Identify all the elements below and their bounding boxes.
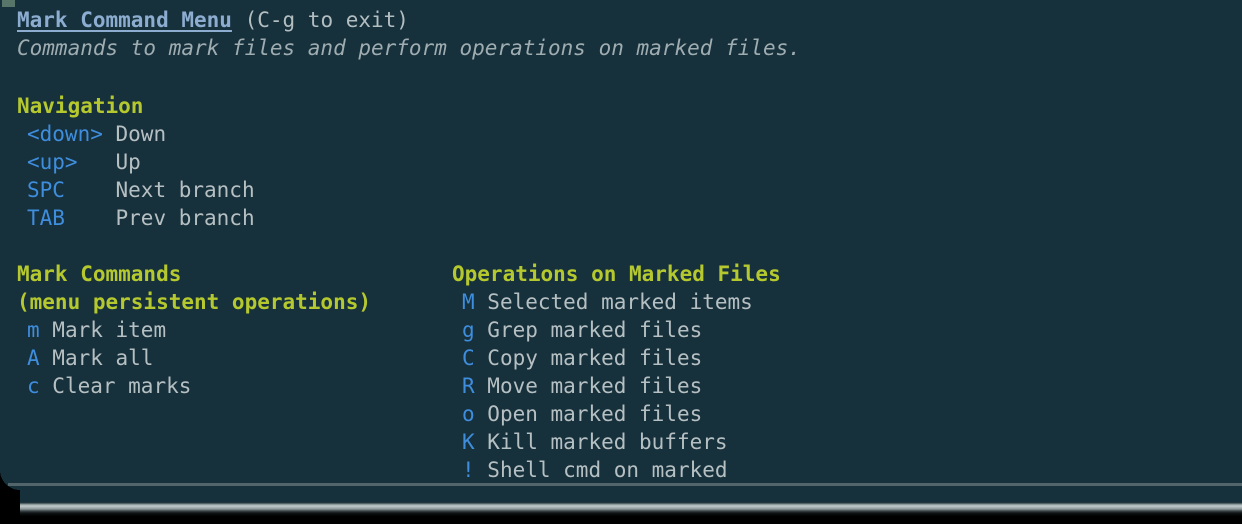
section-subheading-mark-commands: (menu persistent operations) [17,290,372,314]
label-mark-item: Mark item [52,318,167,342]
label-down: Down [115,122,167,146]
label-prev-branch: Prev branch [115,206,255,230]
key-spc: SPC [27,178,116,202]
menu-item-move-marked-files[interactable]: R Move marked files [462,372,702,400]
key-m-lower: m [27,318,53,342]
emacs-transient-menu-screen: Mark Command Menu (C-g to exit) Commands… [0,0,1242,524]
menu-item-mark-all[interactable]: A Mark all [27,344,153,372]
menu-item-mark-item[interactable]: m Mark item [27,316,166,344]
menu-item-open-marked-files[interactable]: o Open marked files [462,400,702,428]
menu-item-up[interactable]: <up> Up [27,148,141,176]
page-title: Mark Command Menu [17,8,232,32]
exit-hint: (C-g to exit) [231,8,409,32]
key-c-upper: C [462,346,488,370]
label-selected-marked-items: Selected marked items [487,290,753,314]
key-a-upper: A [27,346,53,370]
menu-item-next-branch[interactable]: SPC Next branch [27,176,255,204]
menu-item-grep-marked-files[interactable]: g Grep marked files [462,316,702,344]
label-shell-cmd-on-marked: Shell cmd on marked [487,458,728,482]
section-heading-operations: Operations on Marked Files [452,262,781,286]
menu-item-prev-branch[interactable]: TAB Prev branch [27,204,255,232]
key-up: <up> [27,150,116,174]
label-open-marked-files: Open marked files [487,402,703,426]
label-move-marked-files: Move marked files [487,374,703,398]
key-r-upper: R [462,374,488,398]
key-tab: TAB [27,206,116,230]
menu-item-kill-marked-buffers[interactable]: K Kill marked buffers [462,428,728,456]
key-bang: ! [462,458,488,482]
label-up: Up [115,150,141,174]
key-o-lower: o [462,402,488,426]
key-m-upper: M [462,290,488,314]
menu-item-copy-marked-files[interactable]: C Copy marked files [462,344,702,372]
menu-subtitle: Commands to mark files and perform opera… [17,36,801,60]
menu-item-shell-cmd-on-marked[interactable]: ! Shell cmd on marked [462,456,728,484]
key-k-upper: K [462,430,488,454]
key-c-lower: c [27,374,53,398]
label-mark-all: Mark all [52,346,154,370]
label-kill-marked-buffers: Kill marked buffers [487,430,728,454]
emacs-frame: Mark Command Menu (C-g to exit) Commands… [0,0,1242,518]
menu-item-clear-marks[interactable]: c Clear marks [27,372,191,400]
menu-title-line: Mark Command Menu (C-g to exit) [17,6,409,34]
menu-item-down[interactable]: <down> Down [27,120,166,148]
label-grep-marked-files: Grep marked files [487,318,703,342]
section-heading-navigation: Navigation [17,94,144,118]
label-copy-marked-files: Copy marked files [487,346,703,370]
menu-item-selected-marked-items[interactable]: M Selected marked items [462,288,753,316]
label-clear-marks: Clear marks [52,374,192,398]
label-next-branch: Next branch [115,178,255,202]
key-g-lower: g [462,318,488,342]
menu-content: Mark Command Menu (C-g to exit) Commands… [0,0,1242,482]
section-heading-mark-commands: Mark Commands [17,262,182,286]
mode-line-separator [8,483,1242,486]
key-down: <down> [27,122,116,146]
